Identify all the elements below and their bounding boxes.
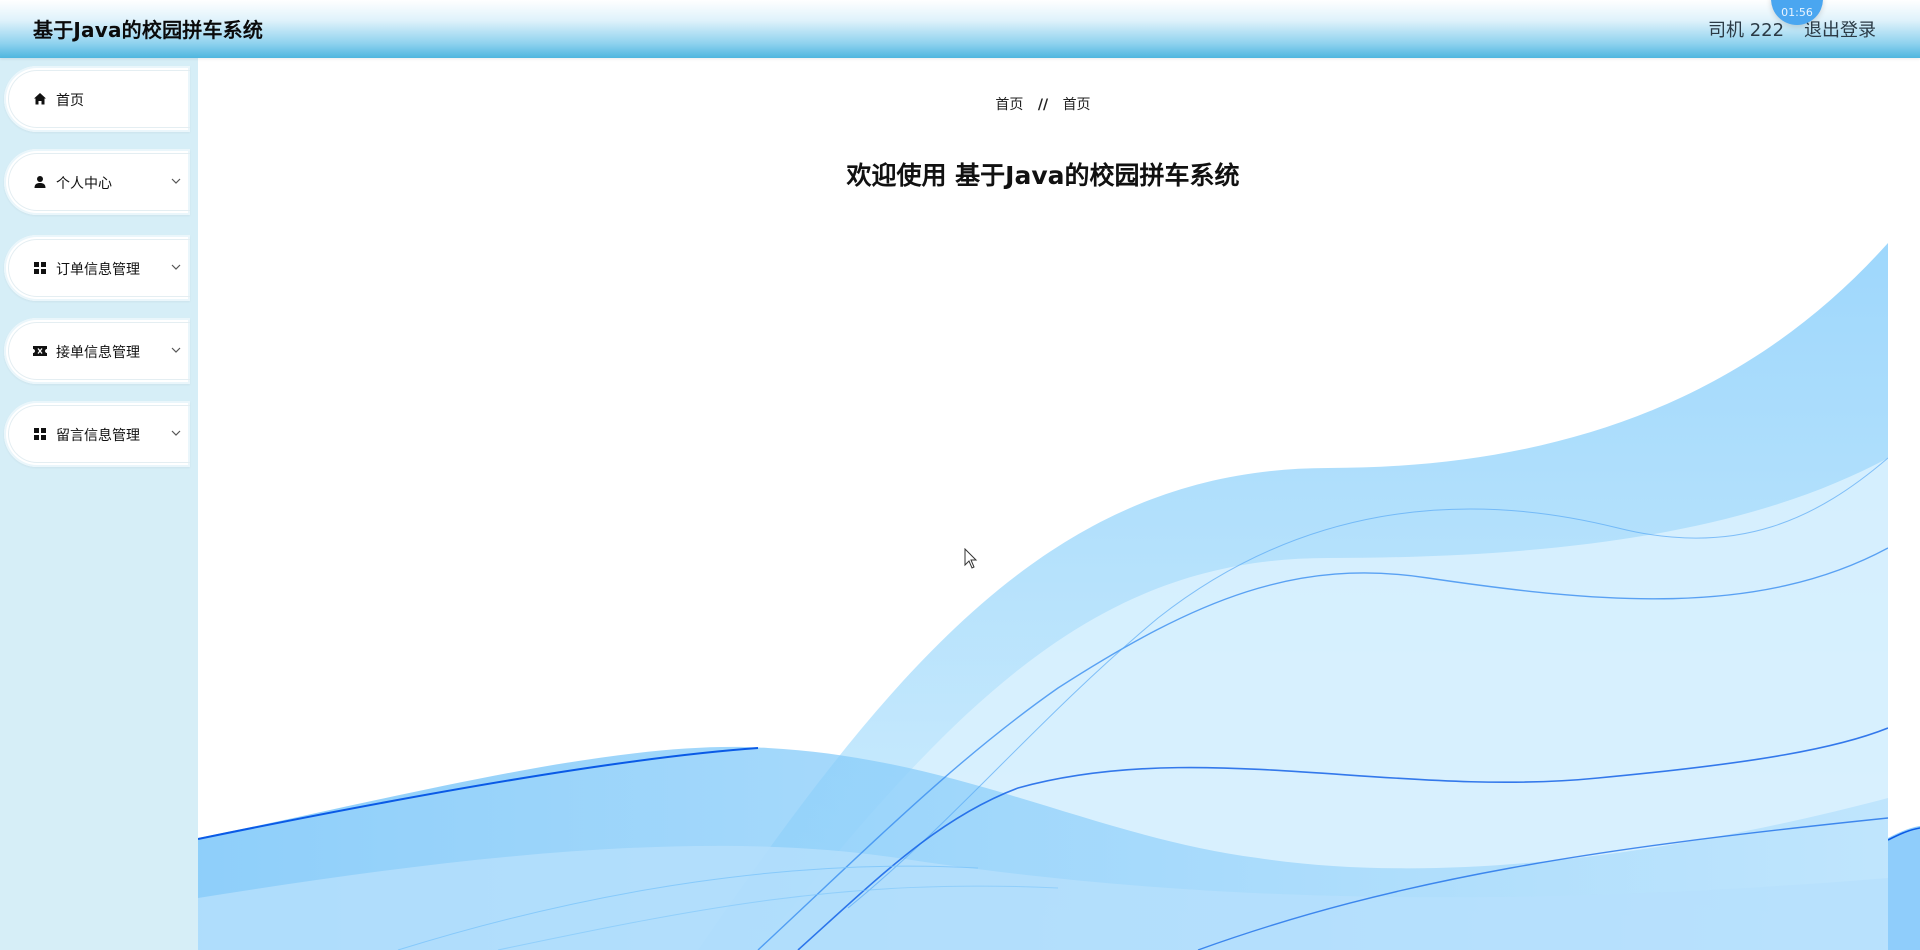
ticket-icon [33,346,47,356]
breadcrumb: 首页 // 首页 [198,94,1888,114]
app-title: 基于Java的校园拼车系统 [33,18,264,42]
chevron-down-icon [171,264,181,270]
sidebar-item-personal-center[interactable]: 个人中心 [4,149,190,215]
sidebar-item-label: 订单信息管理 [56,262,140,278]
right-edge-strip [1888,58,1920,950]
sidebar-item-label: 首页 [56,93,84,109]
mouse-cursor-icon [964,548,978,569]
breadcrumb-item-home[interactable]: 首页 [995,97,1023,113]
sidebar-item-label: 接单信息管理 [56,345,140,361]
chevron-down-icon [171,430,181,436]
grid-icon [34,262,46,274]
sidebar-item-accept-order-management[interactable]: 接单信息管理 [4,318,190,384]
wave-edge-image [1888,826,1920,950]
bubble-text: 01:56 [1781,6,1813,19]
breadcrumb-item-current: 首页 [1062,97,1091,113]
home-icon [34,93,46,105]
logout-button[interactable]: 退出登录 [1804,16,1876,42]
user-icon [34,176,46,188]
sidebar-item-order-management[interactable]: 订单信息管理 [4,235,190,301]
sidebar-item-home[interactable]: 首页 [4,66,190,132]
sidebar-item-label: 个人中心 [56,176,112,192]
breadcrumb-separator: // [1037,97,1049,113]
grid-icon [34,428,46,440]
sidebar-item-message-management[interactable]: 留言信息管理 [4,401,190,467]
top-header: 基于Java的校园拼车系统 司机 222 退出登录 [0,0,1920,58]
chevron-down-icon [171,178,181,184]
chevron-down-icon [171,347,181,353]
current-user-label: 司机 222 [1708,20,1785,41]
main-content: 首页 // 首页 欢迎使用 基于Java的校园拼车系统 [198,58,1888,950]
sidebar-item-label: 留言信息管理 [56,428,140,444]
welcome-heading: 欢迎使用 基于Java的校园拼车系统 [846,161,1240,190]
sidebar: 首页 个人中心 订单信息管理 接单信息管理 留言信息管理 [0,58,198,950]
